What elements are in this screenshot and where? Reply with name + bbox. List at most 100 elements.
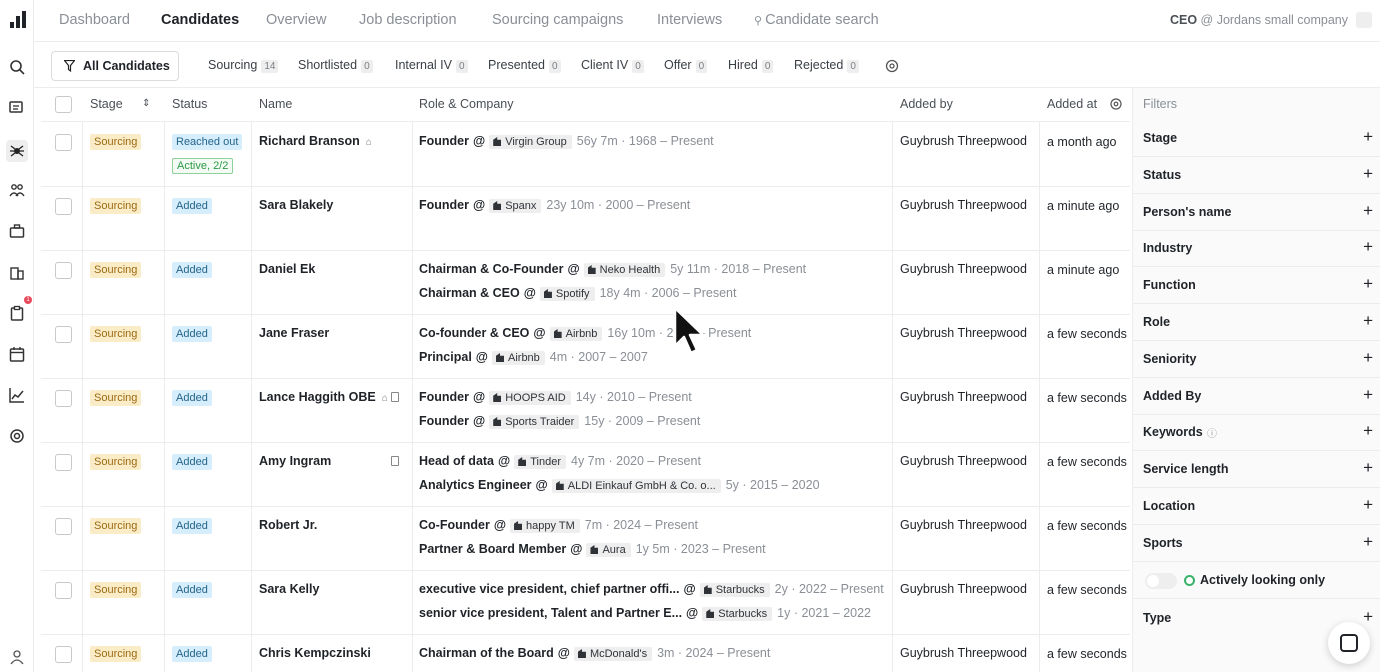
tab-candidate-search[interactable]: ⚲ Candidate search [754,12,879,28]
company-chip[interactable]: Sports Traider [489,415,580,429]
filter-seniority[interactable]: Seniority + [1133,341,1380,378]
chat-support-button[interactable] [1328,622,1370,664]
table-row[interactable]: Sourcing Added Lance Haggith OBE ⌂ Founder @ H… [41,379,1130,443]
table-row[interactable]: Sourcing Added Daniel Ek Chairman & Co-Foun… [41,251,1130,315]
analytics-icon[interactable] [8,386,26,404]
table-row[interactable]: Sourcing Added Jane Fraser Co-founder & CEO… [41,315,1130,379]
filter-service-length[interactable]: Service length + [1133,451,1380,489]
briefcase-icon[interactable] [8,222,26,240]
candidate-name[interactable]: Jane Fraser [259,326,329,340]
tab-job-description[interactable]: Job description [359,12,457,28]
table-row[interactable]: Sourcing Added Sara Kelly executive vice pr… [41,571,1130,635]
table-row[interactable]: Sourcing Added Chris Kempczinski Chairman o… [41,635,1130,672]
filter-stage[interactable]: Stage + [1133,120,1380,157]
candidate-name[interactable]: Sara Blakely [259,198,333,212]
settings-icon[interactable] [8,427,26,445]
filter-added-by[interactable]: Added By + [1133,378,1380,415]
stage-tab-sourcing[interactable]: Sourcing 14 [208,58,279,73]
filter-status[interactable]: Status + [1133,157,1380,194]
document-icon[interactable] [391,392,399,402]
column-stage[interactable]: Stage [90,97,123,111]
tab-candidates[interactable]: Candidates [161,12,239,28]
company-chip[interactable]: Virgin Group [489,135,572,149]
candidate-name[interactable]: Chris Kempczinski [259,646,371,660]
company-chip[interactable]: Spotify [539,287,595,301]
candidate-name[interactable]: Amy Ingram [259,454,331,468]
stage-tab-shortlisted[interactable]: Shortlisted 0 [298,58,373,73]
sort-icon[interactable]: ⇕ [142,98,150,109]
filter-function[interactable]: Function + [1133,267,1380,305]
company-chip[interactable]: Aura [586,543,631,557]
company-chip[interactable]: McDonald's [573,647,653,661]
company-chip[interactable]: happy TM [510,519,580,533]
filter-role[interactable]: Role + [1133,304,1380,341]
stage-tab-hired[interactable]: Hired 0 [728,58,774,73]
calendar-icon[interactable] [8,345,26,363]
company-chip[interactable]: Airbnb [549,327,603,341]
select-all-checkbox[interactable] [55,96,72,113]
stage-tab-offer[interactable]: Offer 0 [664,58,708,73]
row-checkbox[interactable] [55,326,72,343]
candidate-name[interactable]: Daniel Ek [259,262,315,276]
company-chip[interactable]: Tinder [514,455,566,469]
document-icon[interactable] [391,456,399,466]
table-row[interactable]: Sourcing Added Amy Ingram Head of data @ Tind… [41,443,1130,507]
row-checkbox[interactable] [55,646,72,663]
stage-tab-label: Presented [488,58,545,72]
row-checkbox[interactable] [55,134,72,151]
org-switcher[interactable]: CEO @ Jordans small company [1170,13,1348,27]
company-chip[interactable]: Airbnb [492,351,545,365]
column-added-by[interactable]: Added by [900,97,953,111]
stage-tab-presented[interactable]: Presented 0 [488,58,561,73]
company-chip[interactable]: ALDI Einkauf GmbH & Co. o... [551,479,721,493]
app-logo[interactable] [9,10,27,30]
column-settings-icon[interactable] [1110,98,1122,110]
tab-sourcing-campaigns[interactable]: Sourcing campaigns [492,12,623,28]
candidate-name[interactable]: Lance Haggith OBE ⌂ [259,390,388,404]
filter-person-s-name[interactable]: Person's name + [1133,194,1380,231]
search-icon[interactable] [8,58,26,76]
filter-keywords[interactable]: Keywords ⓘ + [1133,414,1380,452]
clipboard-icon[interactable] [8,304,26,322]
column-added-at[interactable]: Added at [1047,97,1097,111]
tab-dashboard[interactable]: Dashboard [59,12,130,28]
tab-overview[interactable]: Overview [266,12,326,28]
actively-looking-toggle[interactable] [1145,573,1177,589]
user-icon[interactable] [8,648,26,666]
candidate-name[interactable]: Richard Branson ⌂ [259,134,372,148]
row-checkbox[interactable] [55,390,72,407]
spider-icon[interactable] [6,140,28,162]
company-chip[interactable]: HOOPS AID [489,391,571,405]
company-chip[interactable]: Starbucks [699,583,770,597]
stage-settings-icon[interactable] [885,59,899,73]
filter-location[interactable]: Location + [1133,488,1380,525]
table-row[interactable]: Sourcing Reached out Active, 2/2 Richard Br… [41,123,1130,187]
candidate-name[interactable]: Robert Jr. [259,518,317,532]
row-checkbox[interactable] [55,518,72,535]
column-role-company[interactable]: Role & Company [419,97,514,111]
company-chip[interactable]: Spanx [489,199,542,213]
all-candidates-button[interactable]: All Candidates [51,51,179,81]
stage-tab-internal-iv[interactable]: Internal IV 0 [395,58,468,73]
stage-tab-rejected[interactable]: Rejected 0 [794,58,859,73]
tab-interviews[interactable]: Interviews [657,12,722,28]
candidate-name[interactable]: Sara Kelly [259,582,319,596]
building-icon[interactable] [8,263,26,281]
table-row[interactable]: Sourcing Added Sara Blakely Founder @ Spanx 23… [41,187,1130,251]
stage-tab-client-iv[interactable]: Client IV 0 [581,58,644,73]
column-status[interactable]: Status [172,97,207,111]
org-avatar-icon[interactable] [1356,12,1372,28]
company-chip[interactable]: Neko Health [583,263,666,277]
column-name[interactable]: Name [259,97,292,111]
row-checkbox[interactable] [55,454,72,471]
messages-icon[interactable] [8,99,26,117]
company-chip[interactable]: Starbucks [702,607,773,621]
row-checkbox[interactable] [55,582,72,599]
table-row[interactable]: Sourcing Added Robert Jr. Co-Founder @ happy … [41,507,1130,571]
filter-sports[interactable]: Sports + [1133,525,1380,562]
people-icon[interactable] [8,181,26,199]
company-building-icon [577,649,586,658]
filter-industry[interactable]: Industry + [1133,230,1380,268]
row-checkbox[interactable] [55,262,72,279]
row-checkbox[interactable] [55,198,72,215]
